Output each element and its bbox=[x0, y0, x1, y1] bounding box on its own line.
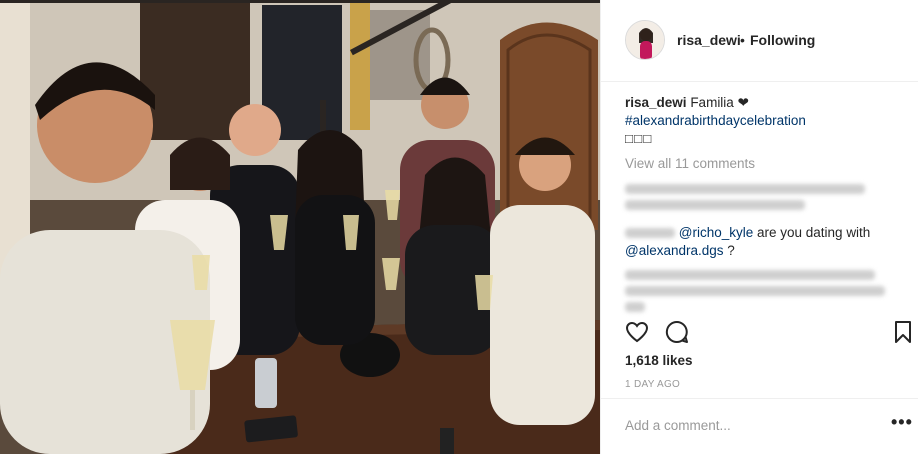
comment-mention-richo[interactable]: @richo_kyle bbox=[679, 225, 753, 240]
more-options-icon[interactable]: ••• bbox=[891, 412, 913, 433]
following-button[interactable]: Following bbox=[750, 32, 815, 48]
header-separator: • bbox=[740, 32, 745, 48]
comment-text: are you dating with bbox=[753, 225, 871, 240]
view-all-comments-link[interactable]: View all 11 comments bbox=[625, 156, 755, 171]
post-photo[interactable] bbox=[0, 0, 600, 454]
bookmark-icon[interactable] bbox=[891, 320, 917, 346]
caption-hashtag[interactable]: #alexandrabirthdaycelebration bbox=[625, 112, 905, 130]
header-username[interactable]: risa_dewi bbox=[677, 32, 741, 48]
post-side-panel: risa_dewi • Following risa_dewi Familia … bbox=[600, 0, 918, 454]
post-timestamp: 1 DAY AGO bbox=[625, 379, 681, 390]
avatar[interactable] bbox=[625, 20, 665, 60]
comment-suffix: ? bbox=[723, 243, 735, 258]
add-comment-bar: Add a comment... ••• bbox=[601, 398, 918, 454]
avatar-image bbox=[626, 21, 664, 59]
add-comment-input[interactable]: Add a comment... bbox=[625, 418, 731, 433]
post-header: risa_dewi • Following bbox=[601, 0, 918, 82]
comment-icon[interactable] bbox=[665, 320, 691, 346]
blurred-commenter bbox=[625, 228, 675, 238]
heart-icon[interactable] bbox=[625, 320, 651, 346]
post-photo-illustration bbox=[0, 0, 600, 454]
caption-text: Familia ❤ bbox=[690, 95, 749, 110]
caption-extra: □□□ bbox=[625, 131, 653, 146]
caption-username[interactable]: risa_dewi bbox=[625, 95, 687, 110]
comment-mention-alexandra[interactable]: @alexandra.dgs bbox=[625, 243, 724, 258]
post-actions bbox=[625, 320, 915, 346]
likes-count[interactable]: 1,618 likes bbox=[625, 353, 693, 368]
visible-comment: @richo_kyle are you dating with @alexand… bbox=[625, 224, 910, 260]
post-caption: risa_dewi Familia ❤ #alexandrabirthdayce… bbox=[625, 94, 905, 148]
